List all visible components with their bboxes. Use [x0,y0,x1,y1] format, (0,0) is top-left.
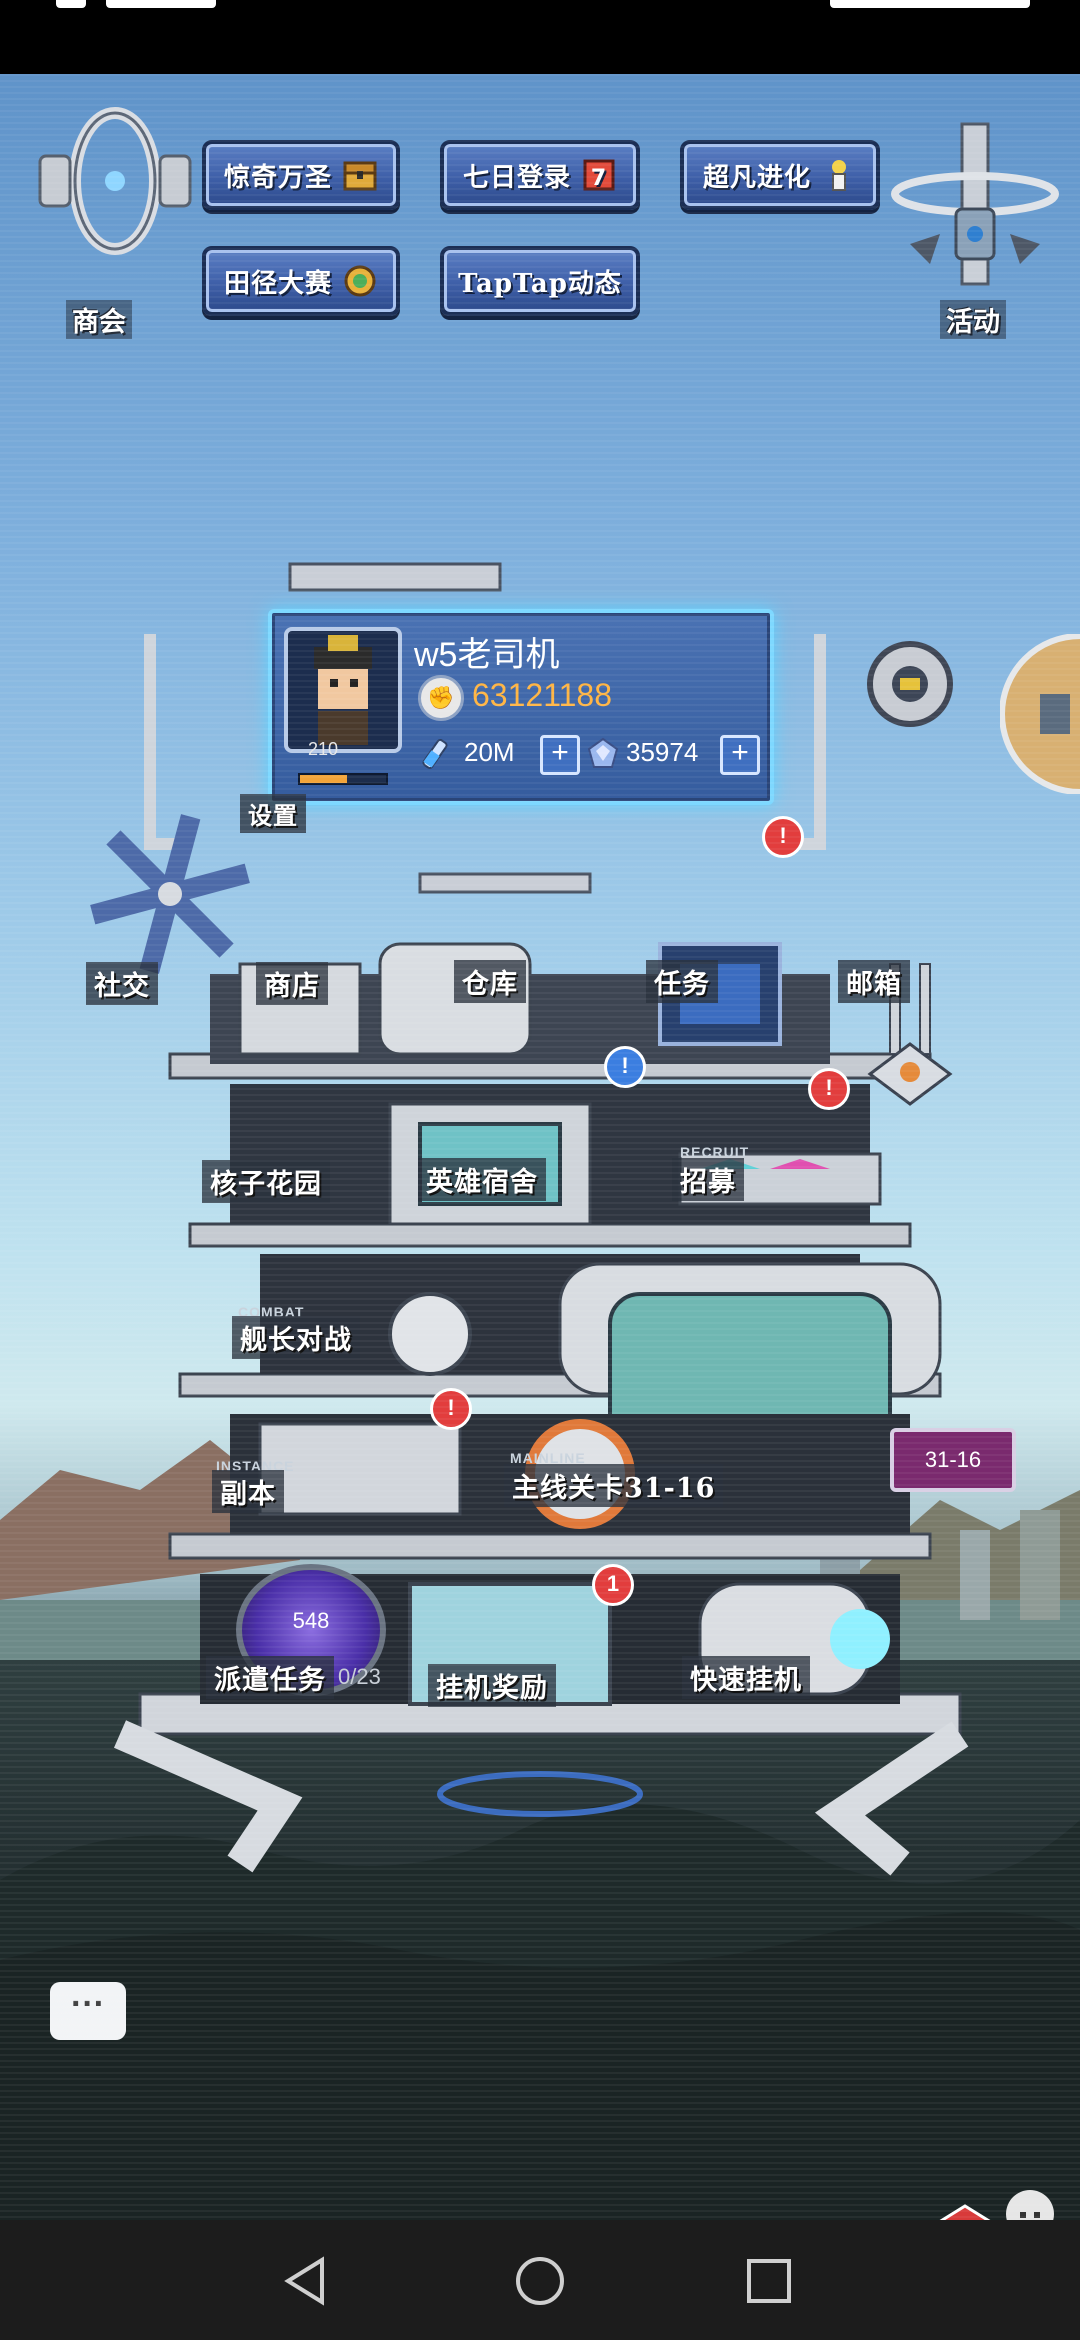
power-icon: ✊ [418,675,464,721]
guild-label[interactable]: 商会 [66,300,132,339]
status-icon [56,0,86,8]
recents-icon[interactable] [734,2246,804,2316]
gear-ring-icon[interactable] [30,106,200,256]
assistant-character[interactable] [990,2184,1070,2220]
shop-button[interactable]: 商店 [256,962,328,1005]
battery-clock [830,0,1030,8]
status-icons [106,0,216,8]
satellite-icon[interactable] [890,114,1060,304]
quick-idle-button[interactable]: 快速挂机 [682,1656,810,1699]
quest-alert-badge: ! [762,816,804,858]
dispatch-quest-button[interactable]: 派遣任务 [206,1656,334,1699]
banner-label: 田径大赛 [223,268,332,299]
seven-day-login-button[interactable]: 七日登录 7 [440,140,640,210]
evolution-event-button[interactable]: 超凡进化 [680,140,880,210]
add-gems-button[interactable]: + [720,735,760,775]
recruit-alert-badge: ! [808,1068,850,1110]
svg-text:7: 7 [591,166,607,191]
recruit-button[interactable]: 招募 [672,1158,744,1201]
energy-vial-icon [422,739,448,769]
mainline-stage-button[interactable]: 主线关卡31-16 [504,1464,724,1507]
halloween-event-button[interactable]: 惊奇万圣 [202,140,400,210]
captain-battle-button[interactable]: 舰长对战 [232,1316,360,1359]
avatar-icon [314,635,372,745]
combat-power: 63121188 [472,677,612,713]
energy-value: 20M [464,737,515,767]
banner-label: 超凡进化 [702,162,811,193]
status-bar [0,0,1080,74]
player-level: 210 [308,739,339,759]
instance-alert-badge: ! [430,1388,472,1430]
track-race-button[interactable]: 田径大赛 [202,246,400,316]
treasure-chest-icon [343,161,377,191]
eye-drone-icon[interactable] [860,634,960,734]
hero-dorm-button[interactable]: 英雄宿舍 [418,1158,546,1201]
player-name: w5老司机 [414,636,560,674]
banner-label: TapTap动态 [458,268,622,299]
medal-icon [344,265,376,297]
nuclear-garden-button[interactable]: 核子花园 [202,1160,330,1203]
evolution-icon [832,160,846,191]
calendar-7-icon: 7 [583,159,615,191]
gem-icon [587,737,619,768]
windmill-icon [90,814,250,974]
home-icon[interactable] [505,2246,575,2316]
banner-label: 七日登录 [462,162,571,193]
settings-button[interactable]: 设置 [240,794,306,833]
idle-reward-button[interactable]: 挂机奖励 [428,1664,556,1707]
activity-label[interactable]: 活动 [940,300,1006,339]
add-energy-button[interactable]: + [540,735,580,775]
game-scene: 商会 活动 惊奇万圣 七日登录 7 超凡进化 田径大赛 TapTap动态 210… [0,74,1080,2220]
stage-indicator[interactable]: 31-16 [890,1428,1016,1492]
exp-bar-fill [300,775,348,783]
player-profile-card[interactable]: 210 w5老司机 ✊ 63121188 20M + 35974 + [268,609,774,805]
social-button[interactable]: 社交 [86,962,158,1005]
warehouse-button[interactable]: 仓库 [454,960,526,1003]
exp-bar [298,773,388,785]
quest-button[interactable]: 任务 [646,960,718,1003]
avatar[interactable] [284,627,402,753]
chat-bubble-icon[interactable]: ··· [50,1982,126,2040]
system-nav-bar [0,2220,1080,2340]
gem-value: 35974 [626,737,699,767]
instance-button[interactable]: 副本 [212,1470,284,1513]
taptap-news-button[interactable]: TapTap动态 [440,246,640,316]
idle-reward-alert-badge: 1 [592,1564,634,1606]
back-icon[interactable] [274,2246,344,2316]
hero-dorm-alert-badge: ! [604,1046,646,1088]
dispatch-count: 0/23 [338,1664,381,1689]
banner-label: 惊奇万圣 [223,162,332,193]
dispatch-orb-value: 548 [292,1608,330,1633]
mail-button[interactable]: 邮箱 [838,960,910,1003]
side-character-bubble[interactable] [1000,634,1080,794]
